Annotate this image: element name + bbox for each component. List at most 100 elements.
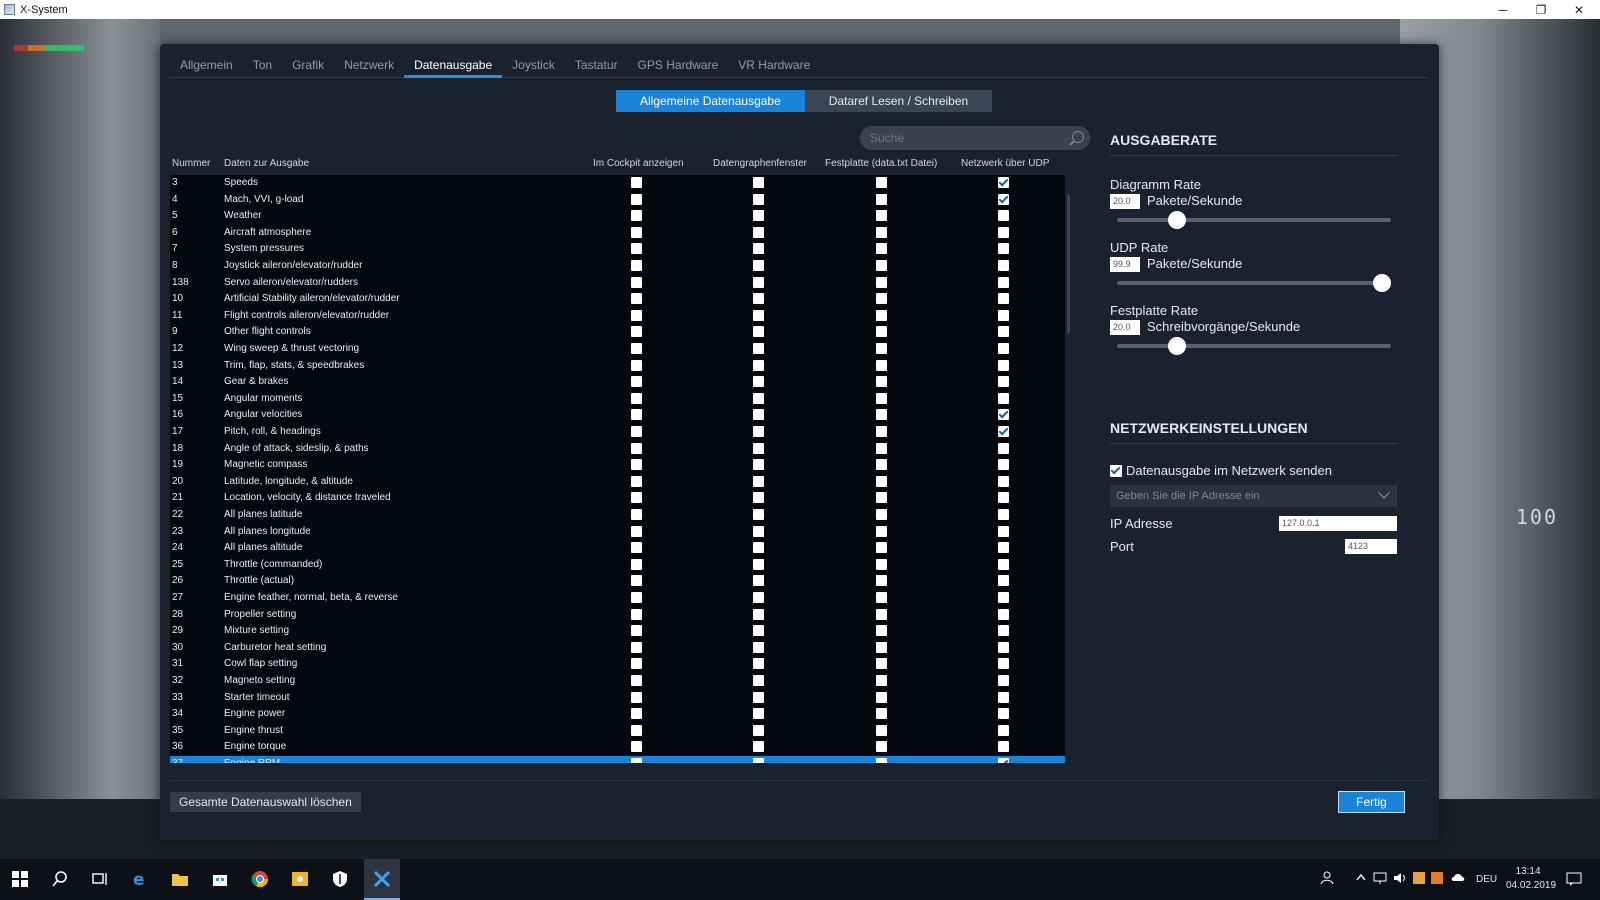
udp-output-checkbox[interactable] [998,392,1009,404]
ip-address-dropdown[interactable]: Geben Sie die IP Adresse ein [1110,485,1397,507]
tray-app-icon[interactable] [1431,872,1443,900]
udp-output-checkbox[interactable] [998,741,1009,753]
diagram-rate-slider-handle[interactable] [1168,211,1187,229]
disk-output-checkbox[interactable] [876,558,887,570]
cockpit-checkbox[interactable] [631,658,642,670]
cockpit-checkbox[interactable] [631,691,642,703]
udp-output-checkbox[interactable] [998,376,1009,388]
disk-output-checkbox[interactable] [876,592,887,603]
table-row[interactable]: 12 Wing sweep & thrust vectoring [170,341,1065,358]
graph-window-checkbox[interactable] [753,691,764,703]
disk-output-checkbox[interactable] [876,343,887,354]
subtab-general-output[interactable]: Allgemeine Datenausgabe [616,90,805,112]
search-icon[interactable] [46,865,74,893]
udp-output-checkbox[interactable] [998,359,1009,371]
udp-output-checkbox[interactable] [998,525,1009,537]
table-row[interactable]: 138 Servo aileron/elevator/rudders [170,275,1065,292]
udp-output-checkbox[interactable] [998,625,1009,637]
graph-window-checkbox[interactable] [753,625,764,637]
disk-output-checkbox[interactable] [876,575,887,587]
cockpit-checkbox[interactable] [631,177,642,188]
cockpit-checkbox[interactable] [631,326,642,338]
udp-output-checkbox[interactable] [998,708,1009,720]
graph-window-checkbox[interactable] [753,392,764,404]
graph-window-checkbox[interactable] [753,608,764,620]
cockpit-checkbox[interactable] [631,492,642,504]
cockpit-checkbox[interactable] [631,293,642,305]
disk-output-checkbox[interactable] [876,459,887,471]
disk-output-checkbox[interactable] [876,442,887,454]
cockpit-checkbox[interactable] [631,359,642,371]
tab-netzwerk[interactable]: Netzwerk [334,56,404,78]
graph-window-checkbox[interactable] [753,525,764,537]
cockpit-checkbox[interactable] [631,210,642,222]
cockpit-checkbox[interactable] [631,442,642,454]
tab-joystick[interactable]: Joystick [502,56,565,78]
udp-output-checkbox[interactable] [998,542,1009,554]
diagram-rate-input[interactable] [1110,194,1140,209]
cockpit-checkbox[interactable] [631,276,642,288]
graph-window-checkbox[interactable] [753,193,764,205]
disk-output-checkbox[interactable] [876,475,887,487]
disk-rate-slider-handle[interactable] [1168,337,1187,355]
graph-window-checkbox[interactable] [753,708,764,720]
udp-rate-slider[interactable] [1117,281,1391,285]
disk-rate-input[interactable] [1110,320,1140,335]
udp-output-checkbox[interactable] [998,575,1009,587]
udp-output-checkbox[interactable] [998,641,1009,653]
graph-window-checkbox[interactable] [753,293,764,305]
disk-output-checkbox[interactable] [876,276,887,288]
notifications-icon[interactable] [1566,871,1582,900]
table-row[interactable]: 31 Cowl flap setting [170,656,1065,673]
graph-window-checkbox[interactable] [753,177,764,188]
disk-output-checkbox[interactable] [876,177,887,188]
table-row[interactable]: 28 Propeller setting [170,607,1065,624]
graph-window-checkbox[interactable] [753,442,764,454]
graph-window-checkbox[interactable] [753,309,764,321]
table-row[interactable]: 21 Location, velocity, & distance travele… [170,490,1065,507]
table-row[interactable]: 8 Joystick aileron/elevator/rudder [170,258,1065,275]
cockpit-checkbox[interactable] [631,376,642,388]
maximize-button[interactable]: ❐ [1522,0,1560,19]
udp-output-checkbox[interactable] [998,658,1009,670]
udp-output-checkbox[interactable] [998,558,1009,570]
disk-output-checkbox[interactable] [876,376,887,388]
udp-output-checkbox[interactable] [998,293,1009,305]
table-row[interactable]: 30 Carburetor heat setting [170,640,1065,657]
file-explorer-icon[interactable] [166,865,194,893]
ip-address-field[interactable] [1279,516,1397,531]
graph-window-checkbox[interactable] [753,542,764,554]
port-field[interactable] [1345,539,1397,554]
subtab-dataref[interactable]: Dataref Lesen / Schreiben [804,90,993,112]
table-row[interactable]: 14 Gear & brakes [170,374,1065,391]
udp-rate-input[interactable] [1110,257,1140,272]
disk-output-checkbox[interactable] [876,359,887,371]
cockpit-checkbox[interactable] [631,625,642,637]
disk-output-checkbox[interactable] [876,426,887,437]
table-row[interactable]: 32 Magneto setting [170,673,1065,690]
udp-output-checkbox[interactable] [998,409,1009,421]
graph-window-checkbox[interactable] [753,359,764,371]
graph-window-checkbox[interactable] [753,376,764,388]
disk-rate-slider[interactable] [1117,344,1391,348]
disk-output-checkbox[interactable] [876,309,887,321]
udp-output-checkbox[interactable] [998,243,1009,255]
disk-output-checkbox[interactable] [876,741,887,753]
tab-gps-hardware[interactable]: GPS Hardware [628,56,729,78]
table-row[interactable]: 5 Weather [170,208,1065,225]
table-row[interactable]: 10 Artificial Stability aileron/elevator/… [170,291,1065,308]
disk-output-checkbox[interactable] [876,326,887,338]
graph-window-checkbox[interactable] [753,226,764,238]
language-indicator[interactable]: DEU [1476,859,1497,900]
table-row[interactable]: 11 Flight controls aileron/elevator/rudde… [170,308,1065,325]
udp-output-checkbox[interactable] [998,309,1009,321]
table-row[interactable]: 35 Engine thrust [170,723,1065,740]
graph-window-checkbox[interactable] [753,558,764,570]
people-icon[interactable] [1320,871,1334,900]
windows-start-icon[interactable] [6,865,34,893]
xplane-app-icon[interactable] [364,859,400,900]
udp-output-checkbox[interactable] [998,475,1009,487]
table-row[interactable]: 19 Magnetic compass [170,457,1065,474]
udp-output-checkbox[interactable] [998,343,1009,354]
graph-window-checkbox[interactable] [753,243,764,255]
